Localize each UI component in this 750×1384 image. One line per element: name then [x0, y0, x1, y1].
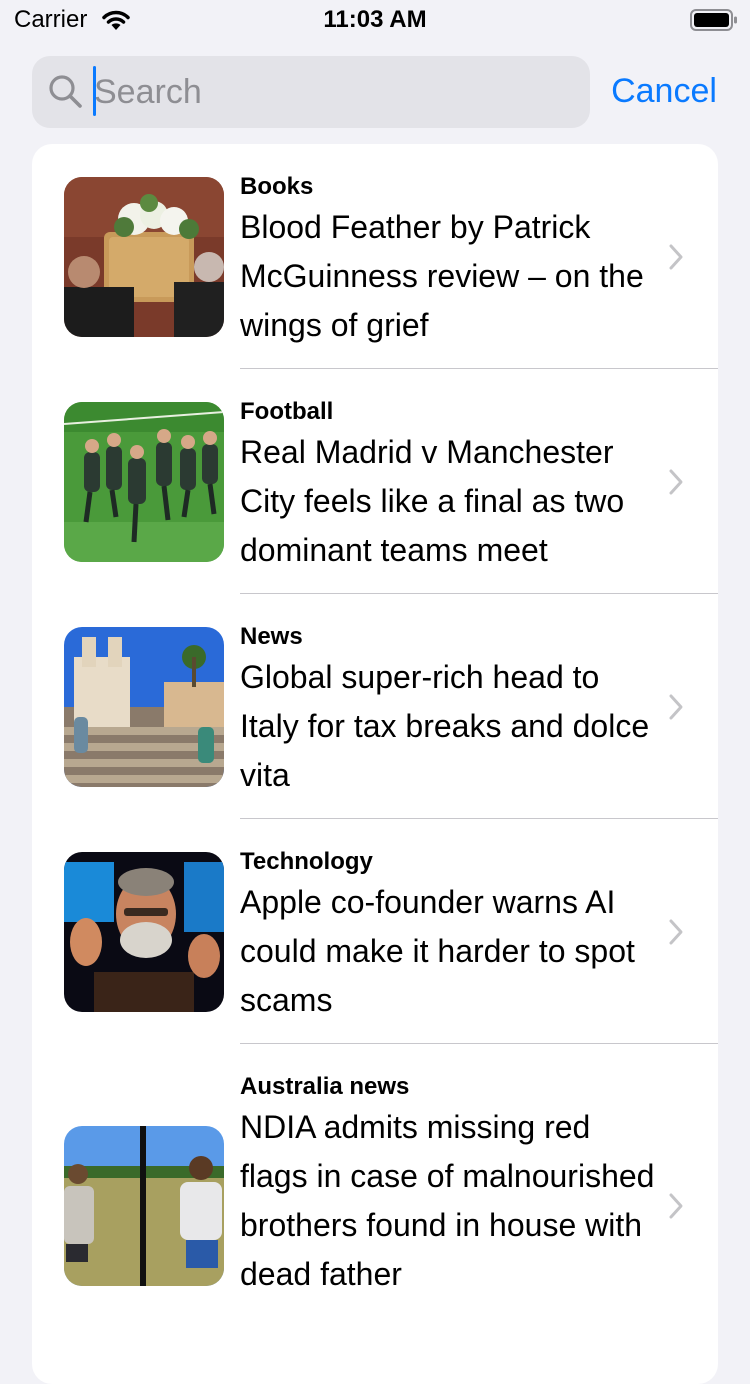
result-text: Books Blood Feather by Patrick McGuinnes…	[240, 172, 660, 350]
article-thumbnail	[64, 852, 224, 1012]
chevron-right-icon	[669, 244, 683, 270]
chevron-right-icon	[669, 469, 683, 495]
search-results-list: Books Blood Feather by Patrick McGuinnes…	[32, 144, 718, 1384]
result-row[interactable]: Technology Apple co-founder warns AI cou…	[32, 819, 718, 1044]
section-label: Australia news	[240, 1073, 410, 1100]
chevron-right-icon	[669, 919, 683, 945]
result-text: Football Real Madrid v Manchester City f…	[240, 397, 660, 575]
text-cursor	[93, 66, 96, 116]
article-thumbnail	[64, 402, 224, 562]
section-label: News	[240, 623, 303, 650]
search-icon	[49, 75, 82, 108]
result-text: Technology Apple co-founder warns AI cou…	[240, 847, 660, 1025]
result-row[interactable]: Australia news NDIA admits missing red f…	[32, 1044, 718, 1384]
result-row[interactable]: Football Real Madrid v Manchester City f…	[32, 369, 718, 594]
article-thumbnail	[64, 1126, 224, 1286]
headline: Real Madrid v Manchester City feels like…	[240, 434, 625, 568]
cancel-button[interactable]: Cancel	[600, 68, 728, 114]
article-thumbnail	[64, 627, 224, 787]
clock: 11:03 AM	[323, 6, 427, 33]
headline: Blood Feather by Patrick McGuinness revi…	[240, 209, 644, 343]
battery-icon	[690, 9, 737, 31]
section-label: Technology	[240, 848, 373, 875]
search-input[interactable]	[94, 56, 574, 128]
chevron-right-icon	[669, 1193, 683, 1219]
result-text: News Global super-rich head to Italy for…	[240, 622, 660, 800]
headline: Apple co-founder warns AI could make it …	[240, 884, 635, 1018]
section-label: Football	[240, 398, 334, 425]
result-text: Australia news NDIA admits missing red f…	[240, 1072, 660, 1299]
search-bar[interactable]	[32, 56, 590, 128]
section-label: Books	[240, 173, 314, 200]
result-row[interactable]: Books Blood Feather by Patrick McGuinnes…	[32, 144, 718, 369]
article-thumbnail	[64, 177, 224, 337]
chevron-right-icon	[669, 694, 683, 720]
status-bar: Carrier 11:03 AM	[0, 0, 750, 40]
result-row[interactable]: News Global super-rich head to Italy for…	[32, 594, 718, 819]
headline: Global super-rich head to Italy for tax …	[240, 659, 650, 793]
headline: NDIA admits missing red flags in case of…	[240, 1109, 655, 1292]
